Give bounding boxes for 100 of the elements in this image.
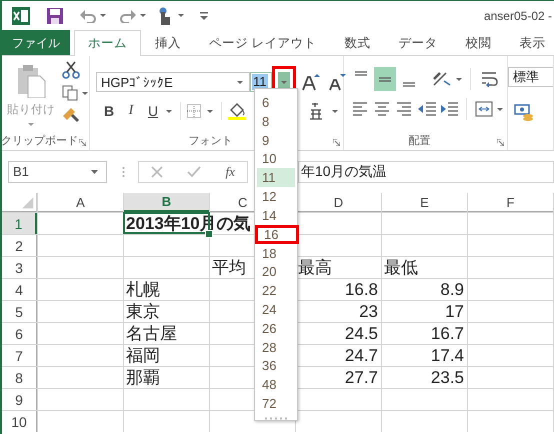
- ribbon-tab[interactable]: ページ レイアウト: [195, 30, 330, 55]
- dialog-launcher-icon[interactable]: [79, 139, 86, 146]
- caret-icon[interactable]: [207, 110, 213, 112]
- hand-pointer-icon[interactable]: [158, 6, 172, 24]
- caret-icon[interactable]: [332, 110, 338, 112]
- row-header[interactable]: 8: [2, 367, 37, 388]
- shrink-font-icon[interactable]: [328, 73, 346, 91]
- caret-icon: [280, 80, 287, 84]
- font-size-option[interactable]: 20: [257, 262, 295, 282]
- cell-text: 福岡: [125, 345, 161, 366]
- caret-icon[interactable]: [178, 14, 184, 17]
- font-size-option[interactable]: 22: [257, 281, 295, 300]
- spreadsheet-icon[interactable]: [12, 6, 30, 24]
- format-painter-icon[interactable]: [62, 107, 80, 123]
- currency-icon[interactable]: [514, 103, 534, 121]
- decrease-indent-icon[interactable]: [418, 101, 436, 117]
- row-header[interactable]: 9: [2, 389, 37, 410]
- number-format-field[interactable]: 標準: [508, 67, 553, 87]
- bold-button[interactable]: B: [98, 103, 120, 119]
- row-header[interactable]: 4: [2, 279, 37, 300]
- file-tab[interactable]: ファイル: [2, 30, 70, 55]
- borders-icon[interactable]: [187, 104, 201, 118]
- align-right-icon[interactable]: [396, 101, 412, 117]
- italic-button[interactable]: I: [120, 103, 142, 119]
- row-header[interactable]: 1: [2, 213, 37, 234]
- align-center-icon[interactable]: [374, 101, 390, 117]
- customize-icon[interactable]: [200, 12, 208, 20]
- cell-text: 23.5: [430, 367, 465, 388]
- cell-text: 17.4: [430, 345, 465, 366]
- cell-text: 名古屋: [125, 323, 178, 344]
- font-size-option[interactable]: 16: [255, 224, 299, 244]
- redo-icon[interactable]: [120, 8, 136, 22]
- row-header[interactable]: 10: [2, 411, 37, 432]
- font-size-option[interactable]: 6: [257, 93, 295, 112]
- caret-icon[interactable]: [456, 78, 462, 80]
- caret-icon[interactable]: [82, 92, 88, 94]
- phonetic-guide-icon[interactable]: [308, 102, 324, 120]
- row-header[interactable]: 3: [2, 257, 37, 278]
- font-size-option[interactable]: 11: [257, 168, 295, 188]
- row-header[interactable]: 2: [2, 235, 37, 256]
- align-left-icon[interactable]: [352, 101, 368, 117]
- font-size-option[interactable]: 28: [257, 338, 295, 357]
- ribbon-tab[interactable]: 挿入: [141, 30, 195, 55]
- group-label: クリップボード: [2, 134, 78, 148]
- dialog-launcher-icon[interactable]: [333, 139, 340, 146]
- font-size-option[interactable]: 48: [257, 375, 295, 394]
- cell-text: 最低: [383, 257, 419, 278]
- insert-function-button[interactable]: fx: [226, 164, 235, 180]
- font-size-option[interactable]: 36: [257, 356, 295, 376]
- scissors-icon[interactable]: [62, 61, 80, 79]
- merge-center-icon[interactable]: [475, 101, 493, 117]
- caret-icon[interactable]: [166, 110, 172, 112]
- copy-icon[interactable]: [62, 85, 78, 101]
- column-header[interactable]: B: [124, 193, 209, 212]
- vertical-align-button[interactable]: [374, 67, 396, 91]
- caret-icon: [28, 123, 34, 126]
- increase-indent-icon[interactable]: [440, 101, 458, 117]
- cell-text: 27.7: [344, 367, 379, 388]
- cell-text: 札幌: [125, 279, 161, 300]
- align-lines-icon: [402, 82, 416, 87]
- cell-text: 24.5: [344, 323, 379, 344]
- column-header[interactable]: A: [38, 193, 123, 212]
- save-icon[interactable]: [46, 6, 64, 24]
- window-title: anser05-02 -: [482, 8, 552, 22]
- cell-text: 23: [358, 301, 379, 322]
- caret-icon[interactable]: [497, 108, 503, 110]
- name-box[interactable]: B1: [8, 160, 107, 182]
- font-size-option[interactable]: 9: [257, 130, 295, 150]
- formula-field[interactable]: 年10月の気温: [298, 160, 554, 182]
- orientation-icon[interactable]: [432, 71, 452, 87]
- fill-color-icon[interactable]: [228, 102, 246, 120]
- row-header[interactable]: 6: [2, 323, 37, 344]
- caret-icon[interactable]: [100, 14, 106, 17]
- font-size-option[interactable]: 18: [257, 244, 295, 262]
- column-header[interactable]: E: [382, 193, 467, 212]
- cell-text: 平均: [211, 257, 247, 278]
- grow-font-icon[interactable]: [302, 73, 320, 91]
- resize-grip-icon[interactable]: [265, 417, 287, 420]
- ribbon-tab[interactable]: 校閲: [451, 30, 506, 55]
- dialog-launcher-icon[interactable]: [497, 139, 504, 146]
- cell-text: 16.8: [344, 279, 379, 300]
- ribbon-tab[interactable]: ホーム: [74, 30, 141, 56]
- font-size-option[interactable]: 26: [257, 318, 295, 338]
- font-size-option[interactable]: 24: [257, 300, 295, 319]
- ribbon-tab[interactable]: データ: [384, 30, 452, 55]
- column-header[interactable]: F: [468, 193, 553, 212]
- font-size-option[interactable]: 8: [257, 112, 295, 131]
- caret-icon[interactable]: [140, 14, 146, 17]
- row-header[interactable]: 7: [2, 345, 37, 366]
- font-name-field[interactable]: HGPｺﾞｼｯｸE: [96, 72, 250, 92]
- undo-icon[interactable]: [80, 8, 96, 22]
- cell-text: 東京: [125, 301, 161, 322]
- row-header[interactable]: 5: [2, 301, 37, 322]
- underline-button[interactable]: U: [142, 103, 164, 119]
- font-size-option[interactable]: 72: [257, 394, 295, 413]
- cell-text: 17: [444, 301, 465, 322]
- font-size-option[interactable]: 10: [257, 149, 295, 168]
- ribbon-tab[interactable]: 表示: [505, 30, 554, 55]
- ribbon-tab[interactable]: 数式: [330, 30, 384, 55]
- wrap-text-icon[interactable]: [481, 71, 499, 87]
